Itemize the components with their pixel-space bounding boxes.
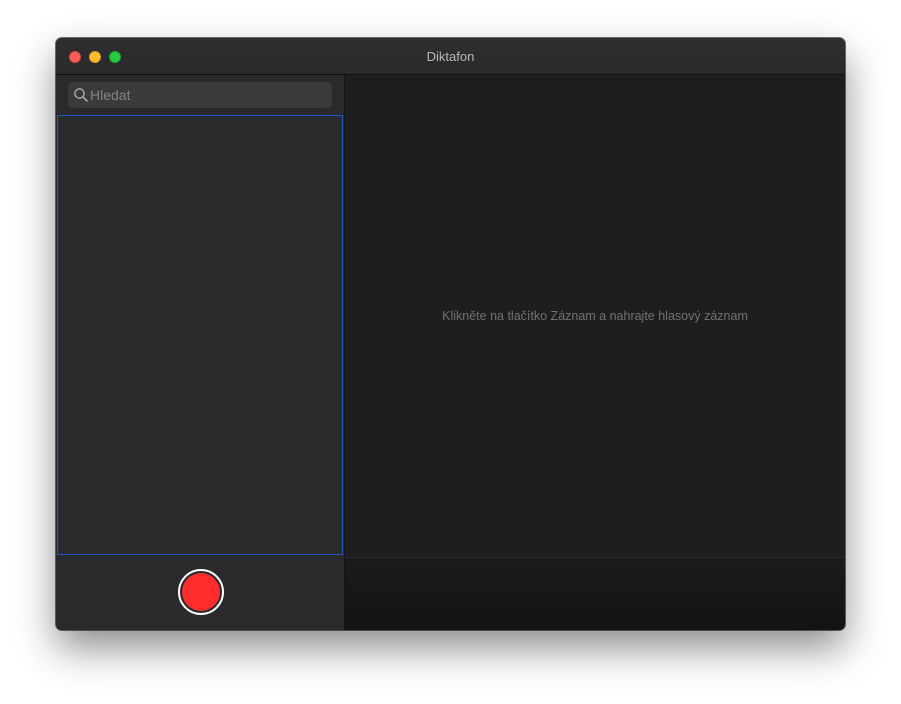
- recording-detail-pane: Klikněte na tlačítko Záznam a nahrajte h…: [345, 75, 845, 557]
- empty-state-hint: Klikněte na tlačítko Záznam a nahrajte h…: [442, 309, 748, 323]
- sidebar: [56, 75, 345, 630]
- record-button[interactable]: [178, 569, 224, 615]
- window-title: Diktafon: [426, 49, 475, 64]
- record-icon: [182, 573, 220, 611]
- recordings-list[interactable]: [57, 115, 343, 555]
- search-field[interactable]: [68, 82, 332, 108]
- app-window: Diktafon Klikněte na tlačítko Záznam a n…: [56, 38, 845, 630]
- sidebar-footer: [56, 556, 344, 630]
- search-input[interactable]: [90, 82, 326, 108]
- search-icon: [74, 88, 88, 102]
- title-bar[interactable]: Diktafon: [56, 38, 845, 75]
- playback-bar: [345, 557, 845, 630]
